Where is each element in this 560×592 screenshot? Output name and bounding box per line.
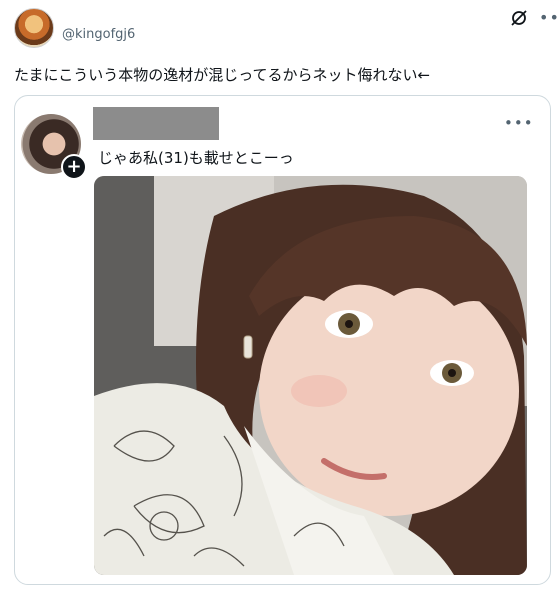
more-options-icon[interactable]: ••• xyxy=(539,8,560,27)
quoted-tweet-photo[interactable] xyxy=(94,176,527,575)
author-avatar[interactable] xyxy=(14,8,54,48)
tweet-text: たまにこういう本物の逸材が混じってるからネット侮れない← xyxy=(14,66,431,84)
quoted-more-options-icon[interactable]: ••• xyxy=(504,114,534,132)
author-handle[interactable]: @kingofgj6 xyxy=(62,27,135,42)
redacted-name-bar xyxy=(93,107,219,140)
plus-icon[interactable]: + xyxy=(61,154,87,180)
quoted-tweet-text: じゃあ私(31)も載せとこーっ xyxy=(98,149,294,167)
grok-icon[interactable] xyxy=(509,8,529,28)
quoted-tweet-card[interactable]: + ••• じゃあ私(31)も載せとこーっ xyxy=(14,95,551,585)
photo-illustration xyxy=(94,176,527,575)
